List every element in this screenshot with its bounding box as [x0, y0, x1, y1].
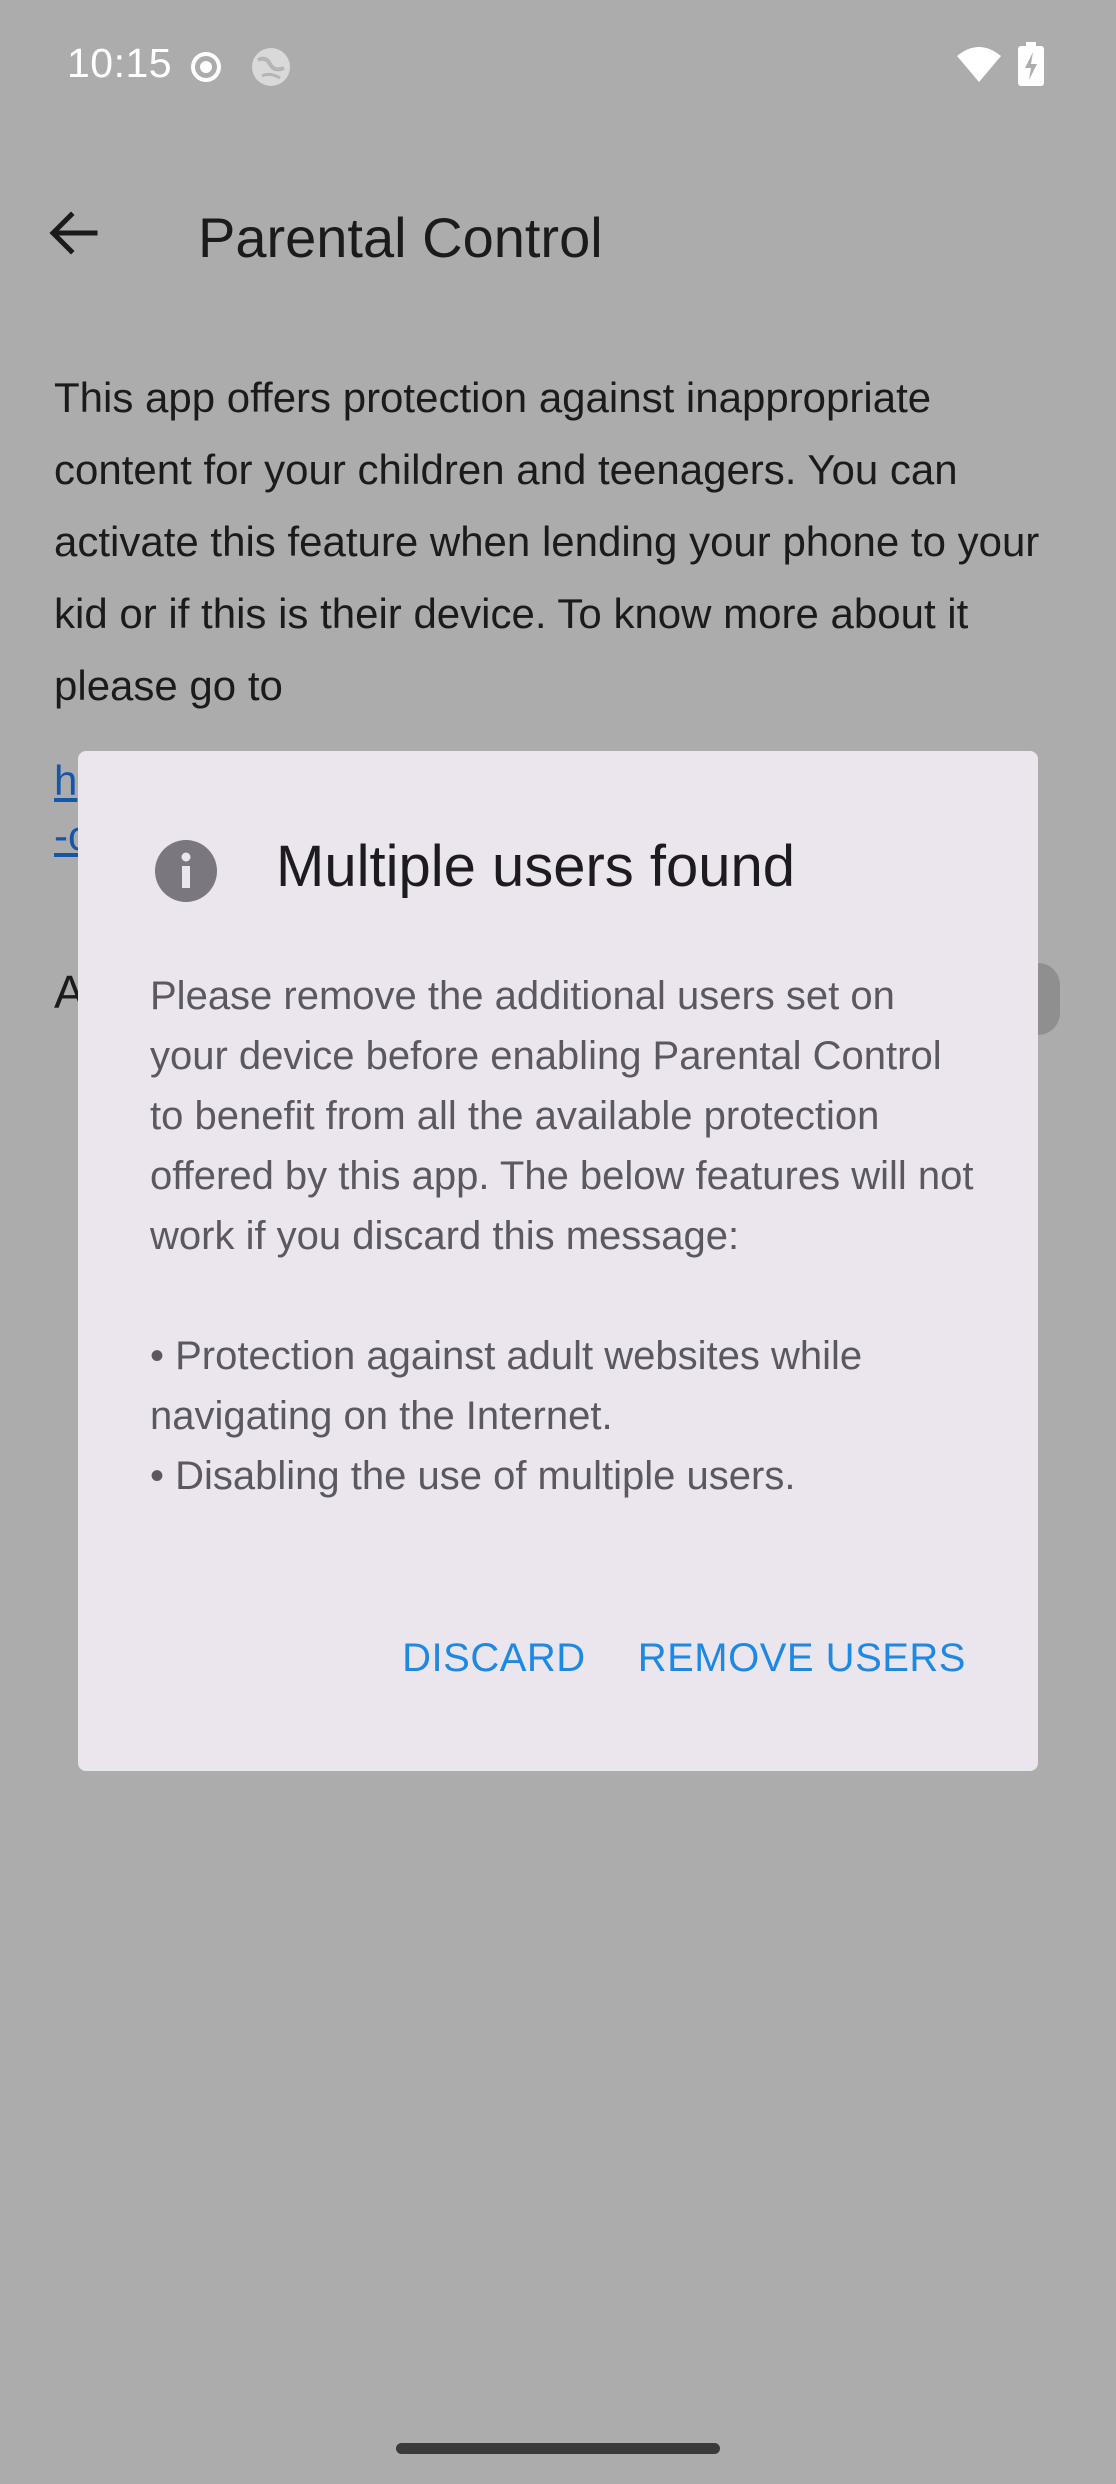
dialog-title: Multiple users found — [276, 834, 796, 899]
description-text: This app offers protection against inapp… — [54, 374, 1040, 709]
multiple-users-dialog: Multiple users found Please remove the a… — [78, 751, 1038, 1771]
arrow-back-icon — [45, 205, 101, 266]
discard-button[interactable]: DISCARD — [402, 1636, 586, 1681]
remove-users-button[interactable]: REMOVE USERS — [638, 1636, 966, 1681]
dialog-body-text: Please remove the additional users set o… — [150, 974, 974, 1258]
wifi-icon — [955, 44, 1003, 89]
dialog-actions: DISCARD REMOVE USERS — [402, 1636, 966, 1681]
battery-charging-icon — [1018, 42, 1044, 91]
info-icon — [154, 839, 218, 903]
globe-icon — [250, 46, 292, 93]
status-time: 10:15 — [67, 40, 173, 86]
record-icon — [190, 51, 222, 88]
back-button[interactable] — [38, 200, 108, 270]
page-title: Parental Control — [198, 206, 603, 269]
dialog-message: Please remove the additional users set o… — [150, 966, 980, 1506]
home-indicator[interactable] — [396, 2443, 720, 2454]
dialog-bullet-item: • Disabling the use of multiple users. — [150, 1454, 796, 1498]
dialog-bullet-item: • Protection against adult websites whil… — [150, 1334, 863, 1438]
status-bar: 10:15 — [0, 0, 1116, 130]
